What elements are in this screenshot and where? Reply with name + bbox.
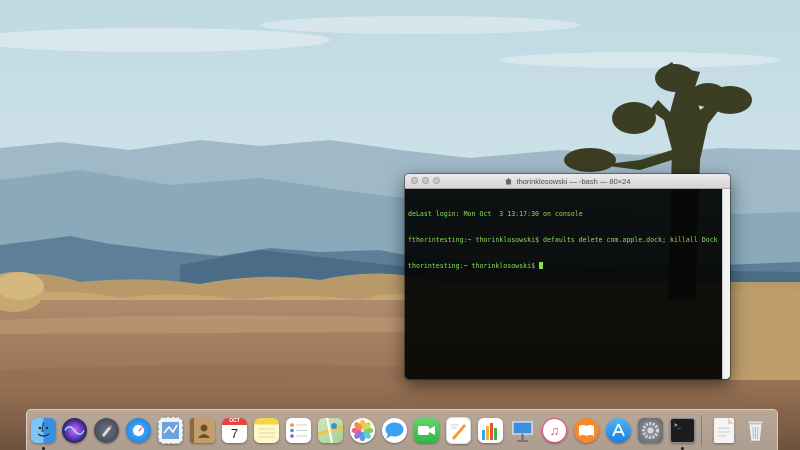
dock-item-calendar[interactable]: OCT 7 [222,417,247,444]
scrollbar[interactable] [722,189,730,379]
calendar-icon: OCT 7 [222,418,247,443]
ibooks-icon [574,418,599,443]
terminal-prompt-line: thorintesting:~ thorinklosowski$ [408,261,720,271]
notes-icon [254,418,279,443]
dock-item-launchpad[interactable] [94,417,119,444]
window-controls [411,177,440,184]
home-folder-icon [505,178,513,185]
dock-item-safari[interactable] [126,417,151,444]
finder-icon [31,418,56,443]
dock-item-facetime[interactable] [414,417,439,444]
terminal-icon: >_ [670,418,695,443]
dock-item-numbers[interactable] [478,417,503,444]
terminal-line: deLast login: Mon Oct 3 13:17:30 on cons… [408,210,583,219]
app-store-icon [606,418,631,443]
itunes-icon: ♫ [542,418,567,443]
trash-icon [743,418,768,443]
dock-item-terminal[interactable]: >_ [670,417,695,450]
dock-item-siri[interactable] [62,417,87,444]
dock: OCT 7 ♫ >_ [26,409,778,450]
safari-icon [126,418,151,443]
facetime-icon [414,418,439,443]
messages-icon [382,418,407,443]
dock-item-mail[interactable] [158,417,183,444]
dock-item-finder[interactable] [31,417,56,450]
close-button[interactable] [411,177,418,184]
maps-icon [318,418,343,443]
terminal-line: fthorintesting:~ thorinklosowski$ defaul… [408,235,730,244]
siri-icon [62,418,87,443]
dock-item-pages[interactable] [446,417,471,444]
reminders-icon [286,418,311,443]
contacts-icon [190,418,215,443]
dock-item-ibooks[interactable] [574,417,599,444]
zoom-button[interactable] [433,177,440,184]
mail-icon [158,417,183,444]
launchpad-icon [94,418,119,443]
terminal-output[interactable]: deLast login: Mon Oct 3 13:17:30 on cons… [405,189,730,379]
dock-item-contacts[interactable] [190,417,215,444]
keynote-icon [510,418,535,443]
photos-icon [350,418,375,443]
dock-item-notes[interactable] [254,417,279,444]
minimize-button[interactable] [422,177,429,184]
calendar-month: OCT [222,418,247,425]
system-preferences-icon [638,418,663,443]
dock-item-itunes[interactable]: ♫ [542,417,567,444]
terminal-titlebar[interactable]: thorinklosowski — -bash — 80×24 [405,174,730,189]
dock-item-messages[interactable] [382,417,407,444]
dock-item-trash[interactable] [743,417,768,444]
dock-item-reminders[interactable] [286,417,311,444]
documents-icon [713,418,734,443]
dock-item-app-store[interactable] [606,417,631,444]
window-title: thorinklosowski — -bash — 80×24 [516,176,631,186]
numbers-icon [478,418,503,443]
terminal-prompt: thorintesting:~ thorinklosowski$ [408,261,540,270]
pages-icon [446,417,471,444]
dock-item-documents[interactable] [711,417,736,444]
dock-separator [701,415,702,446]
dock-item-keynote[interactable] [510,417,535,444]
dock-item-photos[interactable] [350,417,375,444]
text-cursor [539,261,544,269]
dock-item-maps[interactable] [318,417,343,444]
dock-item-system-preferences[interactable] [638,417,663,444]
terminal-window[interactable]: thorinklosowski — -bash — 80×24 deLast l… [405,174,730,379]
calendar-day: 7 [230,426,239,441]
